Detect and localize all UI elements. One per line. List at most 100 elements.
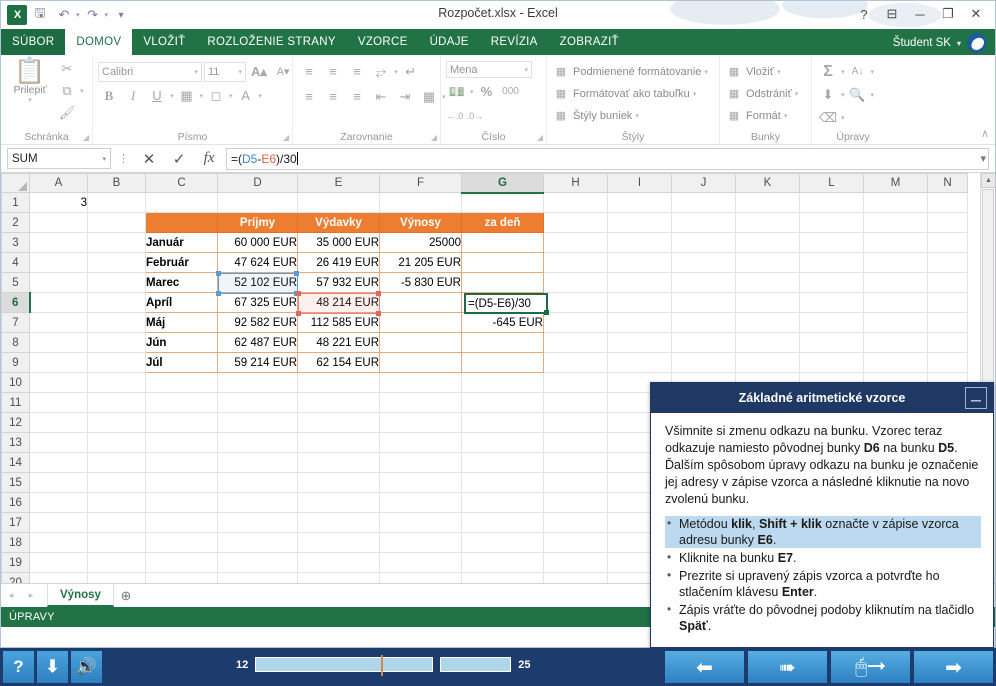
row-header-3[interactable]: 3 [1, 232, 30, 253]
row-header-10[interactable]: 10 [1, 372, 30, 393]
italic-icon[interactable]: I [122, 85, 144, 106]
row-header-18[interactable]: 18 [1, 532, 30, 553]
cell-C9[interactable]: Júl [145, 352, 218, 373]
cell-G13[interactable] [461, 432, 544, 453]
find-chevron-down-icon[interactable]: ▾ [871, 91, 875, 99]
format-as-table-button[interactable]: ▦ Formátovať ako tabuľku ▾ [552, 83, 698, 104]
cell-A8[interactable] [29, 332, 88, 353]
download-button[interactable]: ⬇ [37, 651, 68, 683]
cell-K6[interactable] [735, 292, 800, 313]
tab-insert[interactable]: VLOŽIŤ [132, 29, 196, 55]
tab-view[interactable]: ZOBRAZIŤ [549, 29, 630, 55]
cancel-formula-icon[interactable]: ✕ [136, 148, 162, 170]
column-header-k[interactable]: K [735, 173, 800, 193]
tab-formulas[interactable]: VZORCE [347, 29, 419, 55]
cell-D15[interactable] [217, 472, 298, 493]
cell-D1[interactable] [217, 192, 298, 213]
align-top-icon[interactable]: ≡ [298, 61, 320, 82]
cell-F6[interactable] [379, 292, 462, 313]
cell-H5[interactable] [543, 272, 608, 293]
cell-N3[interactable] [927, 232, 968, 253]
cell-G11[interactable] [461, 392, 544, 413]
cell-D4[interactable]: 47 624 EUR [217, 252, 298, 273]
cell-G4[interactable] [461, 252, 544, 273]
autosum-chevron-down-icon[interactable]: ▾ [841, 68, 845, 76]
conditional-formatting-chevron-down-icon[interactable]: ▾ [704, 68, 708, 76]
cell-J2[interactable] [671, 212, 736, 233]
forward-button[interactable]: ➡ [914, 651, 993, 683]
cell-C3[interactable]: Január [145, 232, 218, 253]
cell-G5[interactable] [461, 272, 544, 293]
cell-I3[interactable] [607, 232, 672, 253]
cell-D11[interactable] [217, 392, 298, 413]
cell-J7[interactable] [671, 312, 736, 333]
merge-cells-icon[interactable]: ▦ [418, 86, 440, 107]
cell-C19[interactable] [145, 552, 218, 573]
back-button[interactable]: ⬅ [665, 651, 744, 683]
cell-C5[interactable]: Marec [145, 272, 218, 293]
tutorial-minimize-icon[interactable]: ─ [965, 387, 987, 409]
cell-L9[interactable] [799, 352, 864, 373]
cell-D6[interactable]: 67 325 EUR [217, 292, 298, 313]
cell-A6[interactable] [29, 292, 88, 313]
orientation-icon[interactable]: ⥂ [370, 61, 392, 82]
cell-F3[interactable]: 25000 [379, 232, 462, 253]
cell-M6[interactable] [863, 292, 928, 313]
cell-M5[interactable] [863, 272, 928, 293]
cell-A11[interactable] [29, 392, 88, 413]
column-header-l[interactable]: L [799, 173, 864, 193]
cell-K2[interactable] [735, 212, 800, 233]
cell-F5[interactable]: -5 830 EUR [379, 272, 462, 293]
cell-D18[interactable] [217, 532, 298, 553]
cell-G17[interactable] [461, 512, 544, 533]
cell-F7[interactable] [379, 312, 462, 333]
increase-indent-icon[interactable]: ⇥ [394, 86, 416, 107]
cell-E3[interactable]: 35 000 EUR [297, 232, 380, 253]
cell-D9[interactable]: 59 214 EUR [217, 352, 298, 373]
row-header-4[interactable]: 4 [1, 252, 30, 273]
cell-G10[interactable] [461, 372, 544, 393]
cell-D20[interactable] [217, 572, 298, 583]
delete-cells-button[interactable]: ▦ Odstrániť ▾ [725, 83, 800, 104]
decrease-font-size-icon[interactable]: A▾ [272, 61, 294, 82]
cell-F18[interactable] [379, 532, 462, 553]
cell-F11[interactable] [379, 392, 462, 413]
cell-M2[interactable] [863, 212, 928, 233]
cell-styles-button[interactable]: ▦ Štýly buniek ▾ [552, 105, 641, 126]
autosum-icon[interactable]: Σ [817, 61, 839, 82]
cell-A12[interactable] [29, 412, 88, 433]
cell-G18[interactable] [461, 532, 544, 553]
font-name-select[interactable]: Calibri ▾ [98, 61, 202, 82]
cell-A15[interactable] [29, 472, 88, 493]
cell-I9[interactable] [607, 352, 672, 373]
next-sheet-icon[interactable]: ▸ [21, 590, 41, 601]
cell-F8[interactable] [379, 332, 462, 353]
cell-A14[interactable] [29, 452, 88, 473]
cell-E10[interactable] [297, 372, 380, 393]
add-sheet-icon[interactable]: ⊕ [114, 588, 138, 604]
font-name-chevron-down-icon[interactable]: ▾ [194, 68, 198, 76]
increase-font-size-icon[interactable]: A▴ [248, 61, 270, 82]
cell-G8[interactable] [461, 332, 544, 353]
cell-B1[interactable] [87, 192, 146, 213]
sheet-tab-vynosy[interactable]: Výnosy [47, 584, 114, 607]
cell-A3[interactable] [29, 232, 88, 253]
column-header-j[interactable]: J [671, 173, 736, 193]
cell-B11[interactable] [87, 392, 146, 413]
align-right-icon[interactable]: ≡ [346, 86, 368, 107]
find-select-icon[interactable]: 🔍 [847, 84, 869, 105]
cell-A2[interactable] [29, 212, 88, 233]
row-header-8[interactable]: 8 [1, 332, 30, 353]
cell-L6[interactable] [799, 292, 864, 313]
cell-B15[interactable] [87, 472, 146, 493]
cell-B14[interactable] [87, 452, 146, 473]
cell-G6[interactable] [461, 292, 544, 313]
cell-H14[interactable] [543, 452, 608, 473]
cell-E4[interactable]: 26 419 EUR [297, 252, 380, 273]
cell-F16[interactable] [379, 492, 462, 513]
ribbon-display-options-icon[interactable]: ⊟ [879, 3, 905, 25]
cell-B4[interactable] [87, 252, 146, 273]
cell-E6[interactable]: 48 214 EUR [297, 292, 380, 313]
cell-D14[interactable] [217, 452, 298, 473]
cell-C13[interactable] [145, 432, 218, 453]
